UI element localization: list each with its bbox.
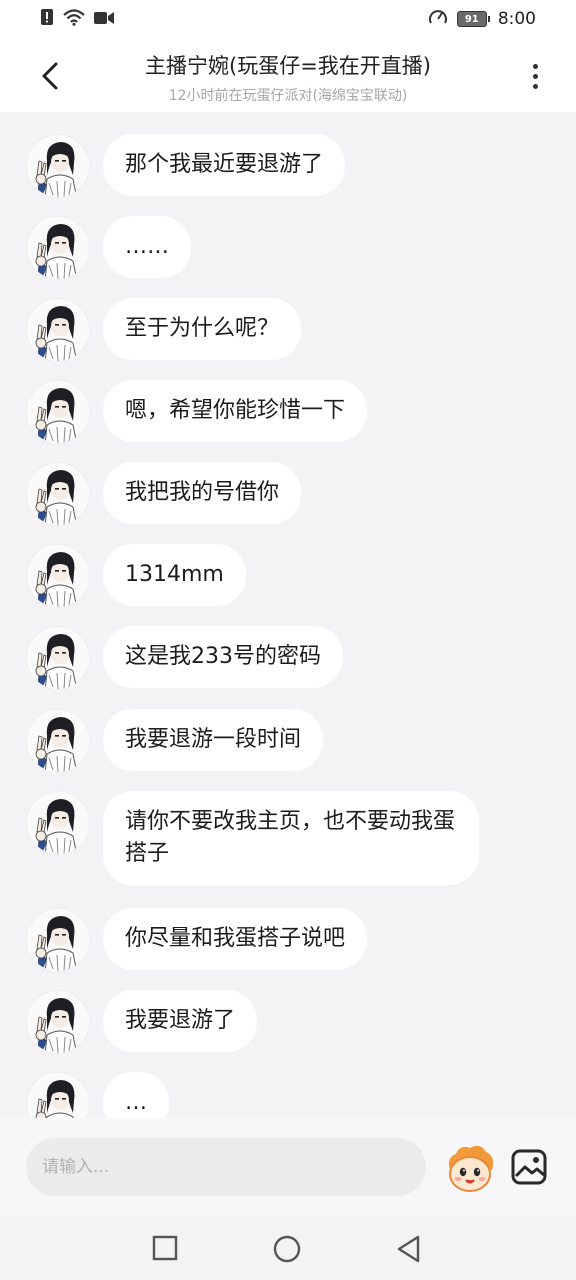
recent-apps-button[interactable] [151, 1234, 181, 1264]
image-icon [511, 1149, 547, 1185]
avatar[interactable] [26, 791, 90, 855]
message-bubble[interactable]: 你尽量和我蛋搭子说吧 [103, 908, 368, 970]
avatar[interactable] [26, 709, 90, 773]
message-bubble[interactable]: 至于为什么呢？ [103, 298, 302, 360]
home-button[interactable] [272, 1234, 302, 1264]
title-block: 主播宁婉(玩蛋仔=我在开直播) 12小时前在玩蛋仔派对(海绵宝宝联动) [90, 50, 486, 105]
message-list[interactable]: 那个我最近要退游了 …… 至于为什么呢？ 嗯，希望你能珍惜一下 我把我的号借你 … [0, 112, 576, 1118]
status-right: 91 8:00 [428, 8, 536, 30]
chat-subtitle: 12小时前在玩蛋仔派对(海绵宝宝联动) [168, 88, 408, 104]
input-bar [0, 1118, 576, 1216]
back-button[interactable] [32, 56, 68, 96]
avatar-image [27, 381, 89, 443]
avatar[interactable] [26, 1072, 90, 1118]
avatar-image [27, 135, 89, 197]
avatar-image [27, 217, 89, 279]
message-bubble[interactable]: 我要退游了 [103, 990, 258, 1052]
avatar-image [27, 463, 89, 525]
more-options-button[interactable] [520, 58, 550, 94]
avatar-image [27, 1073, 89, 1118]
avatar[interactable] [26, 380, 90, 444]
image-button[interactable] [510, 1148, 548, 1186]
recent-apps-square-icon [152, 1235, 178, 1261]
message-bubble[interactable]: …… [103, 216, 191, 278]
avatar[interactable] [26, 134, 90, 198]
avatar[interactable] [26, 990, 90, 1054]
notification-alert-icon [40, 8, 54, 30]
message-input[interactable] [26, 1138, 426, 1196]
back-triangle-icon [397, 1235, 420, 1263]
clock: 8:00 [497, 9, 536, 29]
message-bubble[interactable]: 1314mm [103, 544, 246, 606]
avatar-image [27, 299, 89, 361]
avatar[interactable] [26, 908, 90, 972]
emoji-button[interactable] [442, 1140, 498, 1196]
video-icon [94, 10, 114, 29]
avatar-image [27, 991, 89, 1053]
chat-title: 主播宁婉(玩蛋仔=我在开直播) [145, 54, 431, 78]
battery-level: 91 [464, 13, 479, 25]
avatar-image [27, 627, 89, 689]
avatar-image [27, 792, 89, 854]
avatar[interactable] [26, 626, 90, 690]
chat-header: 主播宁婉(玩蛋仔=我在开直播) 12小时前在玩蛋仔派对(海绵宝宝联动) [0, 38, 576, 112]
message-bubble[interactable]: 我要退游一段时间 [103, 709, 324, 771]
chevron-left-icon [42, 62, 58, 90]
eggy-emoji-icon [448, 1145, 494, 1192]
avatar[interactable] [26, 462, 90, 526]
message-bubble[interactable]: 请你不要改我主页，也不要动我蛋搭子 [103, 791, 479, 885]
more-vertical-icon [532, 63, 538, 69]
message-bubble[interactable]: 那个我最近要退游了 [103, 134, 346, 196]
message-bubble[interactable]: … [103, 1072, 169, 1118]
back-nav-button[interactable] [394, 1234, 424, 1264]
avatar[interactable] [26, 298, 90, 362]
avatar[interactable] [26, 216, 90, 280]
avatar-image [27, 710, 89, 772]
wifi-icon [63, 8, 85, 30]
speed-gauge-icon [428, 8, 448, 30]
avatar-image [27, 909, 89, 971]
message-bubble[interactable]: 我把我的号借你 [103, 462, 302, 524]
avatar-image [27, 545, 89, 607]
battery-icon: 91 [456, 11, 490, 27]
system-nav-bar [0, 1216, 576, 1280]
status-left [40, 8, 114, 30]
message-bubble[interactable]: 这是我233号的密码 [103, 626, 343, 688]
chat-screen: 91 8:00 主播宁婉(玩蛋仔=我在开直播) 12小时前在玩蛋仔派对(海绵宝宝… [0, 0, 576, 1280]
avatar[interactable] [26, 544, 90, 608]
status-bar: 91 8:00 [0, 0, 576, 38]
message-bubble[interactable]: 嗯，希望你能珍惜一下 [103, 380, 368, 442]
home-circle-icon [273, 1235, 301, 1263]
